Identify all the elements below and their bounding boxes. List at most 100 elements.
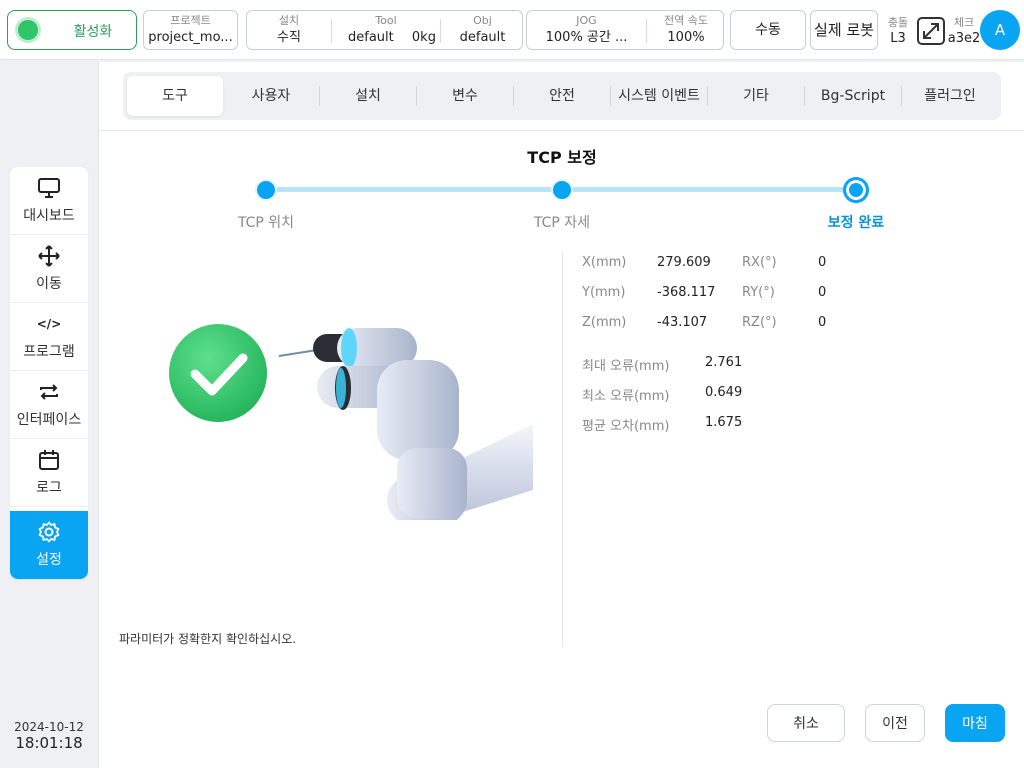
calendar-icon (10, 449, 88, 471)
avg-error-label: 평균 오차(mm) (582, 419, 670, 434)
max-error-label: 최대 오류(mm) (582, 359, 670, 374)
cancel-button[interactable]: 취소 (767, 704, 845, 742)
sidebar-item-label: 프로그램 (23, 344, 75, 360)
install-tool-obj-panel: 설치 수직 Tool default 0kg Obj default (246, 10, 523, 50)
sidebar-item-settings[interactable]: 설정 (10, 511, 88, 579)
x-label: X(mm) (582, 255, 627, 270)
sidebar-item-move[interactable]: 이동 (10, 235, 88, 303)
obj-selector[interactable]: Obj default (441, 11, 524, 49)
collision-label: 충돌 (887, 16, 909, 29)
sidebar-item-label: 설정 (36, 552, 62, 568)
top-bar: 활성화 프로젝트 project_mo... 설치 수직 Tool defaul… (0, 0, 1024, 60)
sidebar-item-dashboard[interactable]: 대시보드 (10, 167, 88, 235)
install-selector[interactable]: 설치 수직 (247, 11, 331, 49)
tab-bg-script[interactable]: Bg-Script (805, 76, 901, 116)
z-label: Z(mm) (582, 315, 627, 330)
tab-safety[interactable]: 안전 (514, 76, 610, 116)
step-label-2: TCP 자세 (533, 215, 591, 231)
global-speed-value: 100% (667, 30, 705, 45)
project-selector[interactable]: 프로젝트 project_mo... (143, 10, 238, 50)
success-check-icon (167, 322, 269, 424)
check-label: 체크 (953, 16, 975, 29)
install-label: 설치 (278, 14, 300, 27)
jog-value: 100% 공간 ... (545, 30, 628, 45)
min-error-value: 0.649 (705, 385, 743, 400)
expand-icon[interactable] (916, 16, 946, 46)
z-value: -43.107 (657, 315, 708, 330)
status-dot-icon (18, 20, 38, 40)
prev-button[interactable]: 이전 (865, 704, 925, 742)
avatar[interactable]: A (980, 10, 1020, 50)
obj-value: default (459, 30, 506, 45)
sidebar-item-label: 대시보드 (23, 208, 75, 224)
project-label: 프로젝트 (170, 14, 211, 27)
confirm-message: 파라미터가 정확한지 확인하십시오. (119, 632, 297, 646)
obj-label: Obj (473, 14, 492, 27)
step-label-3: 보정 완료 (827, 215, 885, 231)
tab-plugins[interactable]: 플러그인 (902, 76, 998, 116)
install-value: 수직 (277, 30, 301, 45)
sidebar-item-interface[interactable]: 인터페이스 (10, 371, 88, 439)
avg-error-value: 1.675 (705, 415, 743, 430)
jog-label: JOG (576, 14, 597, 27)
min-error-label: 최소 오류(mm) (582, 389, 670, 404)
collision-level[interactable]: 충돌 L3 (882, 14, 914, 46)
robot-arm-illustration (277, 320, 533, 530)
speed-panel: JOG 100% 공간 ... 전역 속도 100% (526, 10, 724, 50)
check-value: a3e2 (947, 31, 981, 46)
activate-label: 활성화 (73, 24, 113, 40)
sidebar-item-label: 이동 (36, 276, 62, 292)
checksum: 체크 a3e2 (946, 14, 982, 46)
rx-value: 0 (818, 255, 827, 270)
tab-bar: 도구 사용자 설치 변수 안전 시스템 이벤트 기타 Bg-Script 플러그… (123, 72, 1001, 120)
tab-variables[interactable]: 변수 (417, 76, 513, 116)
rz-label: RZ(°) (742, 315, 777, 330)
y-label: Y(mm) (582, 285, 626, 300)
main-panel: 도구 사용자 설치 변수 안전 시스템 이벤트 기타 Bg-Script 플러그… (98, 62, 1024, 768)
jog-selector[interactable]: JOG 100% 공간 ... (527, 11, 646, 49)
page-title: TCP 보정 (527, 148, 597, 167)
swap-arrows-icon (10, 381, 88, 403)
global-speed-label: 전역 속도 (664, 14, 708, 27)
project-value: project_mo... (148, 30, 233, 45)
sidebar-nav: 대시보드 이동 </> 프로그램 인터페이스 로그 설정 (10, 167, 88, 579)
rz-value: 0 (818, 315, 827, 330)
gear-icon (10, 521, 88, 543)
global-speed-selector[interactable]: 전역 속도 100% (647, 11, 725, 49)
move-arrows-icon (10, 245, 88, 267)
tool-selector[interactable]: Tool default 0kg (332, 11, 440, 49)
sidebar-item-log[interactable]: 로그 (10, 439, 88, 507)
x-value: 279.609 (657, 255, 711, 270)
tool-value: default 0kg (332, 29, 440, 47)
divider (562, 252, 563, 647)
finish-button[interactable]: 마침 (945, 704, 1005, 742)
ry-value: 0 (818, 285, 827, 300)
code-icon: </> (36, 317, 62, 331)
current-time: 18:01:18 (15, 734, 83, 752)
step-dot-2 (551, 179, 573, 201)
sidebar-item-label: 로그 (36, 480, 62, 496)
tab-other[interactable]: 기타 (708, 76, 804, 116)
collision-value: L3 (890, 31, 906, 46)
tool-weight: 0kg (411, 30, 436, 45)
tab-system-events[interactable]: 시스템 이벤트 (611, 76, 707, 116)
monitor-icon (10, 177, 88, 199)
step-dot-3 (843, 177, 869, 203)
ry-label: RY(°) (742, 285, 775, 300)
tab-user[interactable]: 사용자 (223, 76, 319, 116)
y-value: -368.117 (657, 285, 716, 300)
activate-button[interactable]: 활성화 (7, 10, 137, 50)
tab-tool[interactable]: 도구 (127, 76, 223, 116)
sidebar-item-program[interactable]: </> 프로그램 (10, 303, 88, 371)
manual-mode-button[interactable]: 수동 (730, 10, 806, 50)
step-label-1: TCP 위치 (237, 215, 295, 231)
rx-label: RX(°) (742, 255, 777, 270)
current-date: 2024-10-12 (14, 720, 84, 734)
tool-name: default (348, 30, 394, 45)
real-robot-button[interactable]: 실제 로봇 (810, 10, 878, 50)
tab-install[interactable]: 설치 (320, 76, 416, 116)
tool-label: Tool (375, 14, 397, 27)
divider (99, 130, 1024, 131)
max-error-value: 2.761 (705, 355, 743, 370)
step-dot-1 (255, 179, 277, 201)
